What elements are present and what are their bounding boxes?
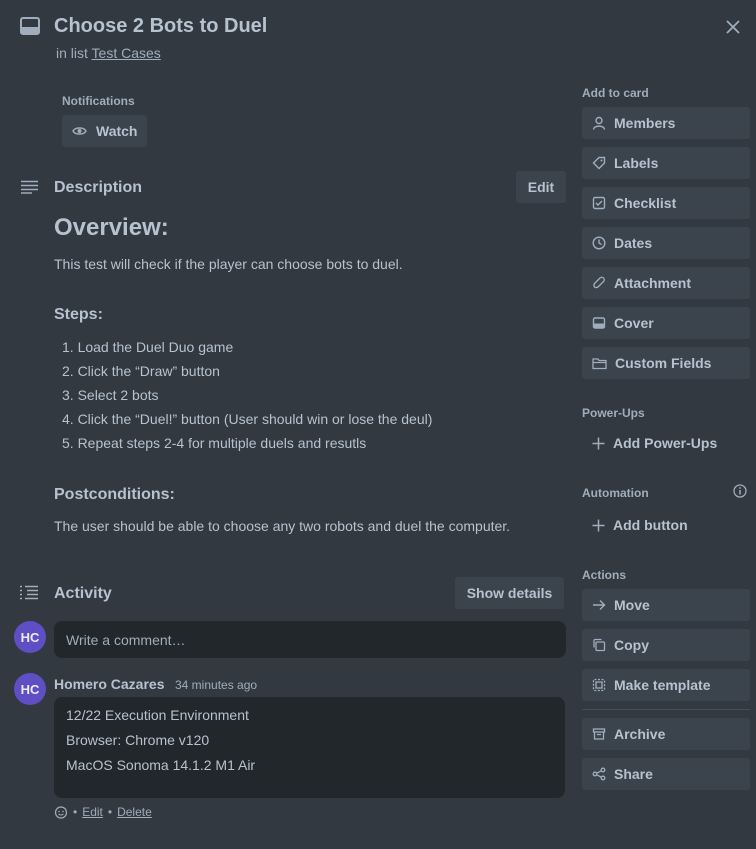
card-cover-icon [592,316,606,330]
powerups-label: Power-Ups [582,406,645,420]
person-icon [592,116,606,130]
automation-label: Automation [582,486,649,500]
overview-text: This test will check if the player can c… [54,256,403,272]
labels-button[interactable]: Labels [582,147,750,179]
comment-line: MacOS Sonoma 14.1.2 M1 Air [66,757,256,773]
share-button[interactable]: Share [582,758,750,790]
watch-label: Watch [96,123,138,139]
add-to-card-label: Add to card [582,86,649,100]
steps-title: Steps: [54,306,103,323]
tag-icon [592,156,606,170]
step-item: 1. Load the Duel Duo game [62,339,234,355]
activity-heading: Activity [54,585,112,602]
add-powerups-label: Add Power-Ups [613,435,718,451]
eye-icon [72,125,87,137]
close-icon [726,20,740,34]
comment-author[interactable]: Homero Cazares [54,676,165,692]
archive-button[interactable]: Archive [582,718,750,750]
comment-author-avatar[interactable]: HC [14,673,46,705]
show-details-button[interactable]: Show details [455,577,564,609]
archive-label: Archive [614,726,666,742]
step-item: 3. Select 2 bots [62,387,159,403]
checklist-label: Checklist [614,195,677,211]
comment-timestamp[interactable]: 34 minutes ago [175,678,257,692]
archive-icon [592,727,606,741]
checkbox-icon [592,196,606,210]
edit-comment-link[interactable]: Edit [82,805,103,819]
share-icon [592,767,606,781]
edit-description-button[interactable]: Edit [516,171,566,203]
card-title[interactable]: Choose 2 Bots to Duel [54,15,267,38]
emoji-reaction-icon[interactable] [54,805,68,819]
cover-button[interactable]: Cover [582,307,750,339]
close-button[interactable] [720,14,746,40]
add-button-button[interactable]: Add button [582,509,750,541]
description-heading: Description [54,179,143,196]
attachment-button[interactable]: Attachment [582,267,750,299]
copy-button[interactable]: Copy [582,629,750,661]
plus-icon [592,519,605,532]
step-item: 4. Click the “Duel!” button (User should… [62,411,433,427]
dates-button[interactable]: Dates [582,227,750,259]
plus-icon [592,437,605,450]
step-item: 2. Click the “Draw” button [62,363,220,379]
share-label: Share [614,766,653,782]
comment-body: 12/22 Execution Environment Browser: Chr… [54,697,565,798]
members-button[interactable]: Members [582,107,750,139]
description-icon [20,180,39,194]
attachment-label: Attachment [614,275,692,291]
custom-fields-button[interactable]: Custom Fields [582,347,750,379]
postconditions-text: The user should be able to choose any tw… [54,518,511,534]
copy-icon [592,638,606,652]
activity-icon [19,585,39,600]
clock-icon [592,236,606,250]
add-button-label: Add button [613,517,688,533]
cover-label: Cover [614,315,654,331]
add-powerups-button[interactable]: Add Power-Ups [582,427,750,459]
comment-actions: • Edit • Delete [54,805,152,819]
divider [582,709,750,710]
postconditions-title: Postconditions: [54,486,175,503]
template-icon [592,678,606,692]
move-label: Move [614,597,650,613]
description-body: Overview: This test will check if the pl… [54,214,554,535]
actions-label: Actions [582,568,627,582]
list-link[interactable]: Test Cases [92,45,161,61]
fields-icon [592,357,607,370]
comment-input[interactable] [54,621,566,658]
separator: • [73,805,78,819]
labels-label: Labels [614,155,659,171]
card-icon [20,17,40,35]
watch-button[interactable]: Watch [62,115,147,147]
custom-fields-label: Custom Fields [615,355,712,371]
copy-label: Copy [614,637,649,653]
avatar[interactable]: HC [14,621,46,653]
paperclip-icon [592,276,606,290]
info-icon[interactable] [733,484,747,498]
steps-list: 1. Load the Duel Duo game 2. Click the “… [54,335,554,455]
separator: • [107,805,113,819]
make-template-button[interactable]: Make template [582,669,750,701]
checklist-button[interactable]: Checklist [582,187,750,219]
overview-title: Overview: [54,214,169,241]
arrow-right-icon [592,598,606,612]
make-template-label: Make template [614,677,711,693]
dates-label: Dates [614,235,653,251]
card-list-info: in list Test Cases [56,45,161,61]
in-list-prefix: in list [56,45,88,61]
step-item: 5. Repeat steps 2-4 for multiple duels a… [62,435,367,451]
notifications-label: Notifications [62,94,135,108]
members-label: Members [614,115,676,131]
move-button[interactable]: Move [582,589,750,621]
delete-comment-link[interactable]: Delete [117,805,152,819]
